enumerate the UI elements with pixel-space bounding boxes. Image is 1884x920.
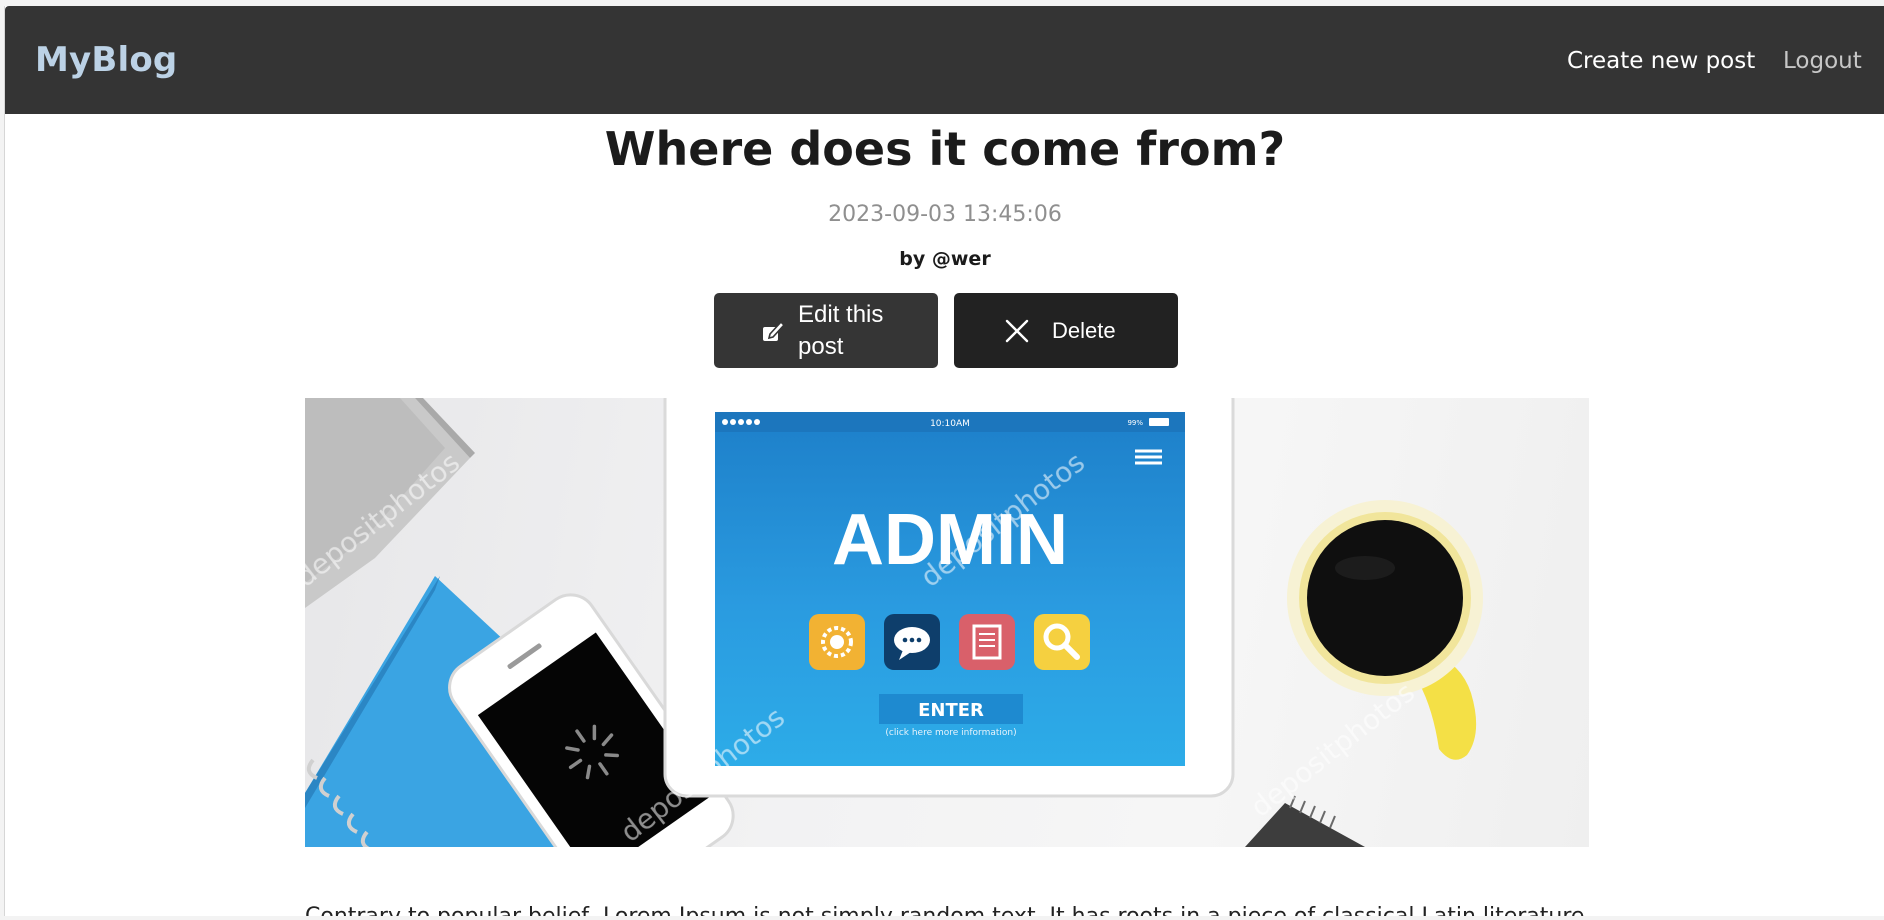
navbar: MyBlog Create new post Logout (5, 6, 1884, 114)
browser-viewport: MyBlog Create new post Logout Where does… (4, 6, 1884, 916)
tablet-status-time: 10:10AM (930, 419, 970, 429)
logout-link[interactable]: Logout (1783, 48, 1862, 74)
brand-logo-link[interactable]: MyBlog (35, 40, 177, 80)
delete-post-label: Delete (1052, 317, 1116, 343)
delete-post-button[interactable]: Delete (954, 293, 1178, 368)
edit-icon (760, 318, 786, 344)
document-app-icon (959, 614, 1015, 670)
edit-post-label: Edit this post (798, 300, 884, 360)
tablet-subtext: (click here more information) (885, 728, 1016, 738)
post-body: Contrary to popular belief, Lorem Ipsum … (305, 904, 1589, 916)
tablet-enter-button: ENTER (918, 700, 984, 721)
post-hero-image: 10:10AM 99% ADMIN ENTER (click here more… (305, 398, 1589, 847)
svg-text:depositphotos: depositphotos (1244, 675, 1421, 823)
post-author: by @wer (899, 248, 991, 270)
close-icon (1004, 318, 1030, 344)
post-title: Where does it come from? (604, 122, 1286, 176)
search-app-icon (1034, 614, 1090, 670)
create-new-post-link[interactable]: Create new post (1567, 48, 1755, 74)
settings-app-icon (809, 614, 865, 670)
chat-app-icon (884, 614, 940, 670)
tablet-status-battery: 99% (1127, 419, 1143, 427)
edit-post-button[interactable]: Edit this post (714, 293, 938, 368)
post-date: 2023-09-03 13:45:06 (828, 202, 1062, 227)
